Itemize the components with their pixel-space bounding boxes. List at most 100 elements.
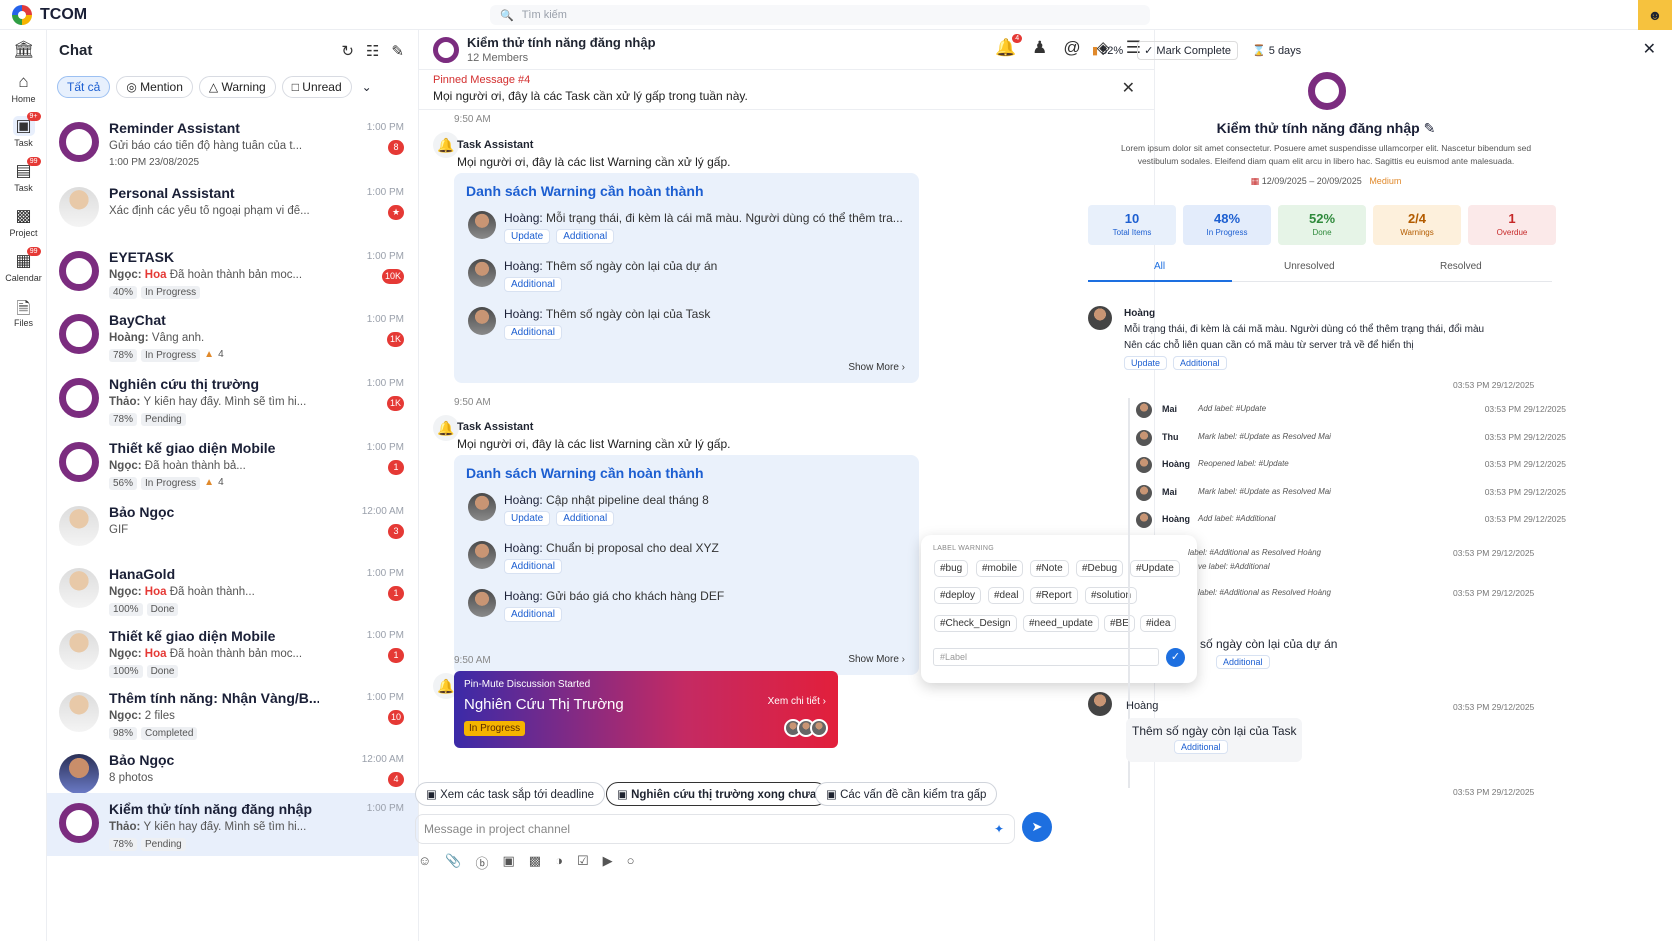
progress-indicator: ▮ 52% <box>1092 45 1124 57</box>
label-additional[interactable]: Additional <box>556 229 615 244</box>
pinned-message[interactable]: Pinned Message #4 Mọi người ơi, đây là c… <box>419 70 1155 110</box>
label-additional[interactable]: Additional <box>1173 356 1227 370</box>
label-additional[interactable]: Additional <box>504 325 562 340</box>
send-button[interactable]: ➤ <box>1022 812 1052 842</box>
edit-icon[interactable]: ✎ <box>1424 120 1436 136</box>
suggestion-chip[interactable]: ▣ Xem các task sắp tới deadline <box>415 782 605 806</box>
label-additional[interactable]: Additional <box>504 559 562 574</box>
emoji-icon[interactable]: ☺ <box>418 853 431 872</box>
label-additional[interactable]: Additional <box>1216 655 1270 669</box>
label-update[interactable]: Update <box>504 229 551 244</box>
list-item[interactable]: Hoàng: Mỗi trạng thái, đi kèm là cái mã … <box>464 209 914 255</box>
label-additional[interactable]: Additional <box>504 277 562 292</box>
refresh-icon[interactable]: ↻ <box>341 42 354 60</box>
bell-icon[interactable]: 🔔 4 <box>995 34 1023 58</box>
show-more-button[interactable]: Show More › <box>848 362 905 373</box>
conversation-row[interactable]: EYETASK Ngọc: Hoa Đã hoàn thành bản moc..… <box>47 241 418 304</box>
suggestion-chip[interactable]: ▣ Các vấn đề cần kiểm tra gấp <box>815 782 998 806</box>
conversation-row[interactable]: Bảo Ngọc GIF 12:00 AM 3 <box>47 496 418 559</box>
conversation-row[interactable]: Thiết kế giao diện Mobile Ngọc: Hoa Đã ho… <box>47 620 418 683</box>
rail-item-files[interactable]: 🗎 Files <box>0 296 47 328</box>
tab-unresolved[interactable]: Unresolved <box>1284 261 1335 272</box>
comment-bubble: Thêm số ngày còn lại của Task Additional <box>1126 718 1302 762</box>
label-tag[interactable]: #Report <box>1030 587 1078 604</box>
tab-resolved[interactable]: Resolved <box>1440 261 1482 272</box>
gif-icon[interactable]: ▩ <box>529 853 541 872</box>
mark-complete-button[interactable]: ✓ Mark Complete <box>1137 41 1238 60</box>
list-item[interactable]: Hoàng: Thêm số ngày còn lại của dự án Add… <box>464 257 914 303</box>
filter-warning[interactable]: △ Warning <box>198 76 276 98</box>
conversation-row[interactable]: Kiểm thử tính năng đăng nhập Thảo: Ý kiến… <box>47 793 418 856</box>
conversation-row[interactable]: Personal Assistant Xác định các yếu tố ng… <box>47 177 418 240</box>
notification-badge: 4 <box>1012 34 1023 43</box>
task-icon[interactable]: ☑ <box>577 853 589 872</box>
close-icon[interactable]: ✕ <box>1643 39 1656 59</box>
text-format-icon[interactable]: ⓑ <box>475 853 488 872</box>
voice-icon[interactable]: ▶ <box>603 853 613 872</box>
list-item[interactable]: Hoàng: Thêm số ngày còn lại của Task Addi… <box>464 305 914 351</box>
label-tag[interactable]: #deal <box>988 587 1025 604</box>
new-chat-icon[interactable]: ✎ <box>391 42 404 60</box>
sparkle-icon[interactable]: ✦ <box>994 815 1004 843</box>
sticker-icon[interactable]: ◑ <box>555 853 563 872</box>
card-title: Danh sách Warning cần hoàn thành <box>466 465 704 481</box>
stat-card[interactable]: 48% In Progress <box>1183 205 1271 245</box>
warning-card: Danh sách Warning cần hoàn thành Hoàng: … <box>454 455 919 675</box>
conversation-time: 1:00 PM <box>366 187 404 198</box>
label-additional[interactable]: Additional <box>1174 740 1228 754</box>
rail-item-task-2[interactable]: ▤ 99 Task <box>0 157 47 193</box>
suggestion-chip[interactable]: ▣ Nghiên cứu thị trường xong chưa <box>606 782 828 806</box>
warning-icon: △ <box>208 80 222 94</box>
conversation-row[interactable]: Reminder Assistant Gửi báo cáo tiến độ hà… <box>47 112 418 175</box>
conversation-row[interactable]: Nghiên cứu thị trường Thảo: Ý kiến hay đấ… <box>47 368 418 431</box>
rail-item-workspace[interactable]: 🏛 <box>0 40 47 62</box>
stat-card[interactable]: 10 Total Items <box>1088 205 1176 245</box>
conversation-row[interactable]: BayChat Hoàng: Vâng anh. 78% In Progress ▲ 4 1… <box>47 304 418 367</box>
conversation-row[interactable]: Thêm tính năng: Nhận Vàng/B... Ngọc: 2 fi… <box>47 682 418 745</box>
tab-all[interactable]: All <box>1154 261 1165 272</box>
rail-item-project[interactable]: ▩ Project <box>0 206 47 238</box>
label-tag[interactable]: #Note <box>1030 560 1069 577</box>
label-additional[interactable]: Additional <box>504 607 562 622</box>
more-icon[interactable]: ○ <box>627 853 635 872</box>
account-menu-button[interactable]: ☻ <box>1638 0 1672 30</box>
view-detail-link[interactable]: Xem chi tiết › <box>768 696 826 707</box>
label-tag[interactable]: #bug <box>934 560 969 577</box>
attach-icon[interactable]: 📎 <box>445 853 461 872</box>
rail-item-home[interactable]: ⌂ Home <box>0 72 47 104</box>
chevron-down-icon[interactable]: ⌄ <box>362 80 372 94</box>
avatar <box>59 803 99 843</box>
stat-card[interactable]: 52% Done <box>1278 205 1366 245</box>
label-tag[interactable]: #Check_Design <box>934 615 1017 632</box>
image-icon[interactable]: ▣ <box>502 853 514 872</box>
label-additional[interactable]: Additional <box>556 511 615 526</box>
stat-card[interactable]: 2/4 Warnings <box>1373 205 1461 245</box>
search-input[interactable]: 🔍 Tìm kiếm <box>490 5 1150 25</box>
list-item[interactable]: Hoàng: Cập nhật pipeline deal tháng 8 Upd… <box>464 491 914 537</box>
conversation-name: Kiểm thử tính năng đăng nhập <box>109 801 313 817</box>
rail-item-calendar[interactable]: ▦ 99 Calendar <box>0 247 47 283</box>
list-item[interactable]: Hoàng: Gửi báo giá cho khách hàng DEF Add… <box>464 587 914 633</box>
filter-unread[interactable]: □ Unread <box>281 76 352 98</box>
label-tag[interactable]: #mobile <box>976 560 1024 577</box>
show-more-button[interactable]: Show More › <box>848 654 905 665</box>
label-tag[interactable]: #deploy <box>934 587 982 604</box>
label-update[interactable]: Update <box>1124 356 1168 370</box>
conversation-row[interactable]: Thiết kế giao diện Mobile Ngọc: Đã hoàn t… <box>47 432 418 495</box>
list-item[interactable]: Hoàng: Chuẩn bị proposal cho deal XYZ Add… <box>464 539 914 585</box>
stat-card[interactable]: 1 Overdue <box>1468 205 1556 245</box>
message-input[interactable]: Message in project channel ✦ <box>415 814 1015 844</box>
filter-all[interactable]: Tất cả <box>57 76 111 98</box>
filter-mention[interactable]: ◎ Mention <box>116 76 193 98</box>
conversation-row[interactable]: HanaGold Ngọc: Hoa Đã hoàn thành... 100% Do… <box>47 558 418 621</box>
at-icon: ◎ <box>126 80 141 94</box>
label-update[interactable]: Update <box>504 511 551 526</box>
tcom-logo-icon <box>12 5 32 25</box>
avatar <box>1136 402 1152 418</box>
new-group-icon[interactable]: ☷ <box>366 42 379 60</box>
discussion-card[interactable]: Pin-Mute Discussion Started Nghiên Cứu T… <box>454 671 838 748</box>
app-logo[interactable]: TCOM <box>12 5 87 25</box>
conversation-meta: 78% Pending <box>109 413 186 426</box>
members-icon[interactable]: ♟ <box>1032 38 1047 58</box>
rail-item-task[interactable]: ▣ 9+ Task <box>0 112 47 148</box>
